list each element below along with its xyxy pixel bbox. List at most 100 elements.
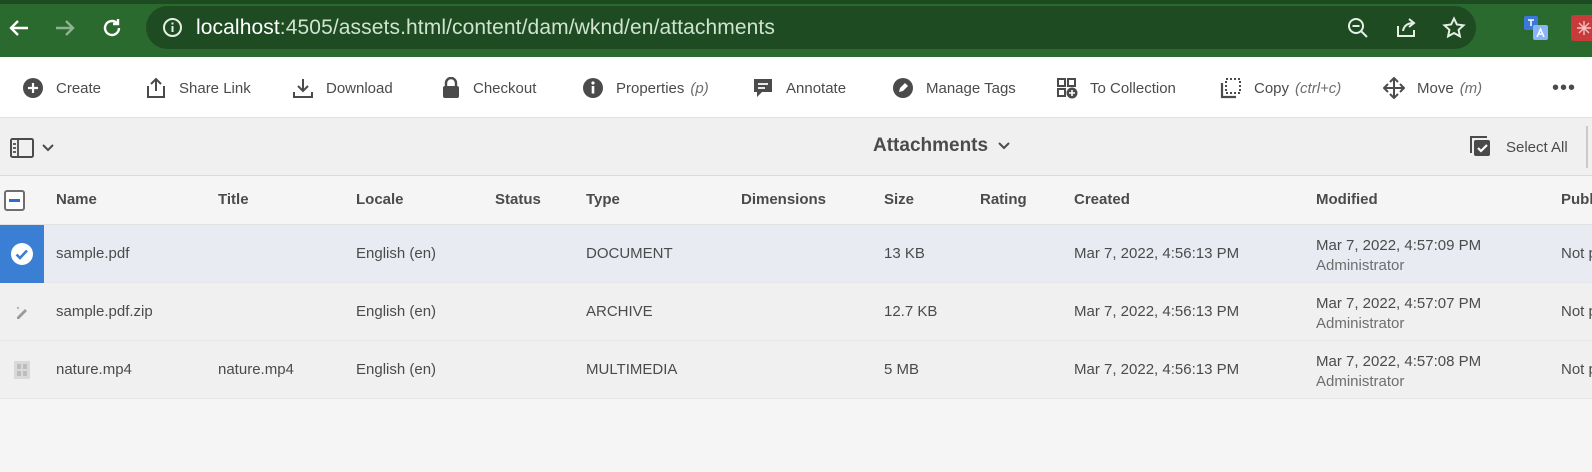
table-row[interactable]: sample.pdf English (en) DOCUMENT 13 KB M…: [0, 225, 1592, 283]
arrow-left-icon: [9, 20, 28, 36]
copy-shortcut: (ctrl+c): [1295, 79, 1342, 97]
add-to-collection-icon: [1057, 78, 1078, 99]
modified-by: Administrator: [1316, 315, 1405, 332]
arrow-right-icon: [56, 20, 75, 36]
lock-icon: [443, 77, 459, 98]
select-all-icon: [1470, 136, 1490, 156]
column-header-title[interactable]: Title: [218, 191, 249, 208]
modified-date: Mar 7, 2022, 4:57:08 PM: [1316, 353, 1482, 370]
table-row[interactable]: nature.mp4 nature.mp4 English (en) MULTI…: [0, 341, 1592, 399]
share-icon[interactable]: [1394, 16, 1418, 40]
properties-shortcut: (p): [690, 79, 709, 97]
bookmark-star-icon[interactable]: [1442, 16, 1466, 40]
table-row[interactable]: sample.pdf.zip English (en) ARCHIVE 12.7…: [0, 283, 1592, 341]
to-collection-label: To Collection: [1090, 79, 1176, 97]
rail-panel-icon: [10, 138, 34, 158]
move-icon: [1383, 77, 1405, 99]
move-label: Move: [1417, 79, 1454, 97]
url-path: :4505/assets.html/content/dam/wknd/en/at…: [279, 16, 775, 39]
cell-created: Mar 7, 2022, 4:56:13 PM: [1074, 303, 1240, 320]
manage-tags-button[interactable]: Manage Tags: [892, 75, 1016, 101]
column-header-type[interactable]: Type: [586, 191, 620, 208]
share-link-button[interactable]: Share Link: [145, 75, 251, 101]
checkout-label: Checkout: [473, 79, 537, 97]
cell-type: DOCUMENT: [586, 245, 673, 262]
annotate-label: Annotate: [786, 79, 847, 97]
column-header-rating[interactable]: Rating: [980, 191, 1027, 208]
cell-modified: Mar 7, 2022, 4:57:09 PM Administrator: [1316, 236, 1481, 276]
column-header-size[interactable]: Size: [884, 191, 914, 208]
cell-name[interactable]: nature.mp4: [56, 361, 132, 378]
column-header-published[interactable]: Publi: [1561, 191, 1592, 208]
extension-icon[interactable]: [1571, 15, 1592, 41]
cell-published: Not p: [1561, 303, 1592, 320]
cell-created: Mar 7, 2022, 4:56:13 PM: [1074, 245, 1240, 262]
select-all-label: Select All: [1506, 138, 1568, 156]
manage-tags-label: Manage Tags: [926, 79, 1016, 97]
move-button[interactable]: Move (m): [1383, 75, 1482, 101]
properties-label: Properties: [616, 79, 685, 97]
archive-thumbnail-icon: [16, 306, 27, 319]
address-bar[interactable]: localhost:4505/assets.html/content/dam/w…: [146, 6, 1476, 49]
column-header-locale[interactable]: Locale: [356, 191, 404, 208]
rail-toggle-button[interactable]: [10, 138, 54, 158]
titlebar-divider: [1586, 126, 1588, 168]
reload-button[interactable]: [96, 12, 128, 44]
copy-label: Copy: [1254, 79, 1290, 97]
zoom-out-icon[interactable]: [1346, 16, 1370, 40]
cell-locale: English (en): [356, 303, 437, 320]
url-text[interactable]: localhost:4505/assets.html/content/dam/w…: [196, 16, 775, 40]
browser-toolbar: localhost:4505/assets.html/content/dam/w…: [0, 0, 1592, 57]
video-thumbnail-icon: [14, 361, 30, 379]
translate-extension-icon[interactable]: [1523, 15, 1549, 41]
add-circle-icon: [23, 78, 43, 98]
column-header-created[interactable]: Created: [1074, 191, 1130, 208]
download-button[interactable]: Download: [292, 75, 393, 101]
row-thumbnail[interactable]: [0, 283, 44, 341]
cell-name[interactable]: sample.pdf: [56, 245, 129, 262]
column-header-status[interactable]: Status: [495, 191, 541, 208]
properties-button[interactable]: Properties (p): [582, 75, 709, 101]
modified-by: Administrator: [1316, 257, 1405, 274]
row-thumbnail[interactable]: [0, 341, 44, 399]
site-info-icon[interactable]: [162, 17, 183, 38]
copy-button[interactable]: Copy (ctrl+c): [1220, 75, 1341, 101]
share-link-label: Share Link: [179, 79, 251, 97]
browser-top-edge: [0, 0, 1592, 4]
cell-modified: Mar 7, 2022, 4:57:08 PM Administrator: [1316, 352, 1481, 392]
cell-size: 13 KB: [884, 245, 925, 262]
more-actions-button[interactable]: •••: [1552, 77, 1576, 100]
column-header-dimensions[interactable]: Dimensions: [741, 191, 826, 208]
column-header-modified[interactable]: Modified: [1316, 191, 1378, 208]
chevron-down-icon: [998, 142, 1010, 150]
cell-created: Mar 7, 2022, 4:56:13 PM: [1074, 361, 1240, 378]
cell-name[interactable]: sample.pdf.zip: [56, 303, 153, 320]
info-icon: [583, 78, 603, 98]
create-label: Create: [56, 79, 102, 97]
reload-icon: [103, 19, 121, 37]
folder-title-dropdown[interactable]: Attachments: [873, 135, 1010, 157]
annotate-button[interactable]: Annotate: [752, 75, 846, 101]
cell-type: MULTIMEDIA: [586, 361, 678, 378]
action-toolbar: Create Share Link Download Checkout Prop…: [0, 57, 1592, 118]
create-button[interactable]: Create: [22, 75, 101, 101]
cell-modified: Mar 7, 2022, 4:57:07 PM Administrator: [1316, 294, 1481, 334]
row-select-checkbox[interactable]: [0, 225, 44, 283]
select-all-button[interactable]: Select All: [1470, 136, 1568, 158]
to-collection-button[interactable]: To Collection: [1056, 75, 1176, 101]
chevron-down-icon: [42, 144, 54, 152]
checkout-button[interactable]: Checkout: [441, 75, 536, 101]
modified-date: Mar 7, 2022, 4:57:07 PM: [1316, 295, 1482, 312]
download-icon: [293, 79, 313, 98]
select-all-checkbox[interactable]: [4, 190, 25, 211]
column-header-name[interactable]: Name: [56, 191, 97, 208]
cell-locale: English (en): [356, 245, 437, 262]
cell-type: ARCHIVE: [586, 303, 653, 320]
folder-title: Attachments: [873, 135, 989, 156]
modified-date: Mar 7, 2022, 4:57:09 PM: [1316, 237, 1482, 254]
download-label: Download: [326, 79, 393, 97]
checkmark-circle-icon: [11, 243, 33, 265]
forward-button[interactable]: [49, 12, 81, 44]
back-button[interactable]: [3, 12, 35, 44]
cell-locale: English (en): [356, 361, 437, 378]
